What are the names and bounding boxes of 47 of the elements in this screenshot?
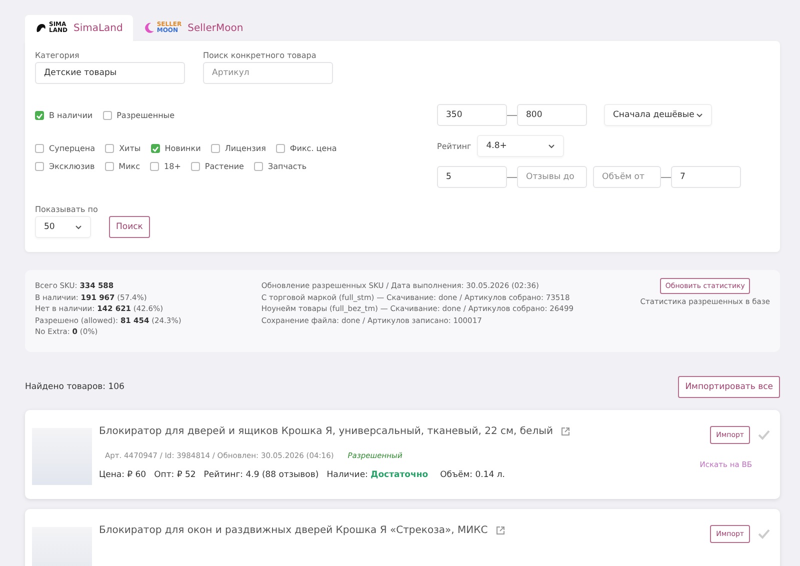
import-all-button[interactable]: Импортировать все [678,376,780,398]
found-count: Найдено товаров: 106 [25,382,124,392]
field-label: Показывать по [35,205,99,214]
checkbox[interactable]: Новинки [150,144,201,153]
checkbox[interactable]: Хиты [105,144,141,153]
checkmark-icon[interactable] [758,528,770,539]
field-label: Категория [35,51,80,60]
product-info: Рейтинг: 4.9 (88 отзывов) [204,470,319,480]
search-button[interactable]: Поиск [109,216,150,238]
volume-from-field[interactable]: Объём от [593,166,661,188]
product-info: Наличие: Достаточно [326,470,428,480]
checkbox[interactable]: Растение [190,162,244,171]
checkbox[interactable]: Запчасть [254,162,307,171]
checkbox[interactable]: Микс [104,162,140,171]
product-info: Опт: ₽ 52 [154,470,196,480]
chevron-down-icon [75,224,82,230]
checkmark-icon [152,146,159,152]
checkbox[interactable]: Эксклюзив [35,162,95,171]
photo-placeholder [32,428,92,485]
search-field[interactable]: Артикул [203,62,333,84]
product-info: Цена: ₽ 60 [99,470,146,480]
product-info: Объём: 0.14 л. [440,470,505,480]
checkbox[interactable]: Суперцена [35,144,96,153]
checkbox[interactable]: В наличии [35,111,93,120]
checkbox[interactable]: Разрешенные [102,111,175,120]
chevron-down-icon [548,144,556,148]
field-label: Поиск конкретного товара [203,51,318,60]
checkbox[interactable]: Фикс. цена [276,144,337,153]
reviews-to-field[interactable]: Отзывы до [517,166,587,188]
reviews-from-field[interactable]: 5 [437,166,507,188]
external-link-icon[interactable] [496,526,505,535]
per-page-select[interactable]: 50 [35,216,91,238]
product-title: Блокиратор для дверей и ящиков Крошка Я, универсальный, тканевый, 22 см, белый [99,426,553,437]
price-from-field[interactable]: 350 [437,104,507,126]
volume-to-field[interactable]: 7 [671,166,741,188]
field-label: Рейтинг [437,142,472,150]
chevron-down-icon [696,112,703,118]
sort-select[interactable]: Сначала дешёвые [604,104,712,126]
checkbox[interactable]: Лицензия [210,144,266,153]
rating-select[interactable]: 4.8+ [477,135,564,157]
external-link-icon[interactable] [561,426,570,436]
checkmark-icon[interactable] [758,430,770,440]
product-title: Блокиратор для окон и раздвижных дверей Крошка Я «Стрекоза», МИКС [99,524,488,536]
checkmark-icon [36,112,43,118]
category-field[interactable]: Детские товары [35,62,185,84]
checkbox[interactable]: 18+ [150,162,181,171]
price-to-field[interactable]: 800 [517,104,587,126]
